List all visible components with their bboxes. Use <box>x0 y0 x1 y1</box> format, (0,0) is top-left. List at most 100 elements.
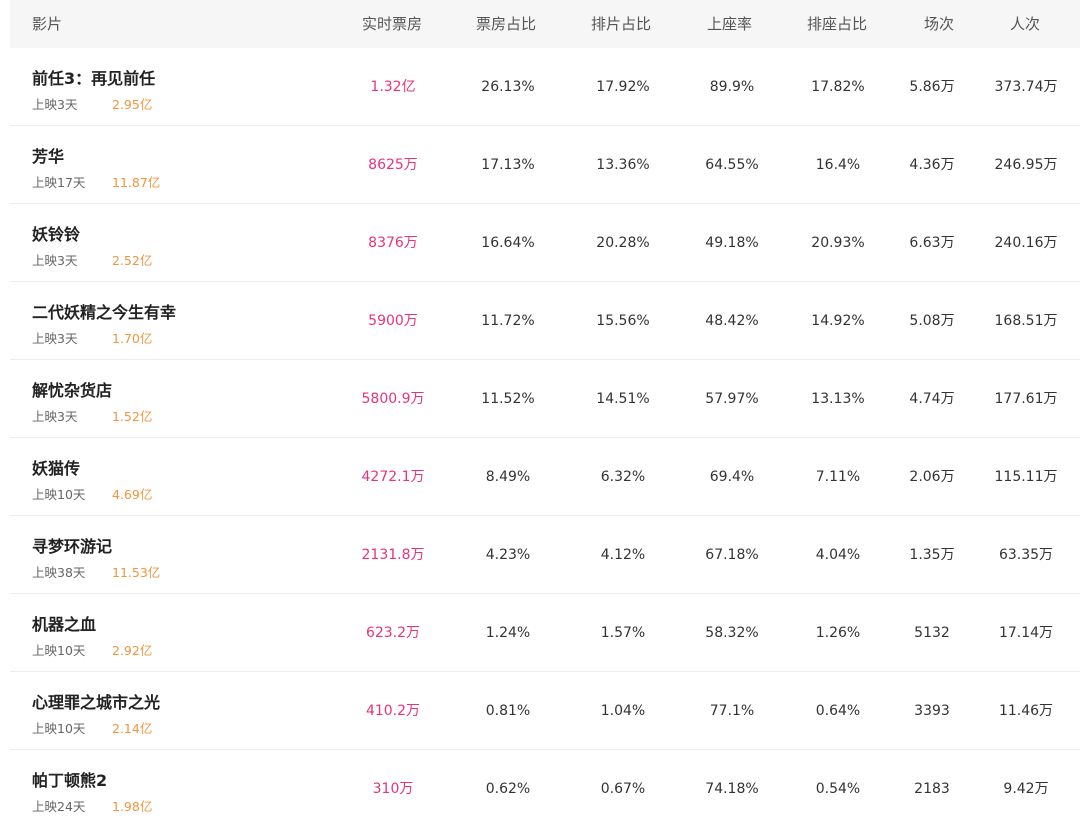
table-row[interactable]: 妖猫传 上映10天 4.69亿 4272.1万 8.49% 6.32% 69.4… <box>10 438 1080 516</box>
release-days: 上映3天 <box>32 409 78 424</box>
release-days: 上映3天 <box>32 253 78 268</box>
table-row[interactable]: 二代妖精之今生有幸 上映3天 1.70亿 5900万 11.72% 15.56%… <box>10 282 1080 360</box>
movie-name[interactable]: 机器之血 <box>32 611 96 635</box>
realtime-box-office: 410.2万 <box>365 703 421 719</box>
movie-name[interactable]: 二代妖精之今生有幸 <box>32 299 176 323</box>
header-box-office-share[interactable]: 票房占比 <box>476 0 536 48</box>
seat-share: 1.26% <box>815 625 861 641</box>
box-office-share: 17.13% <box>481 157 535 173</box>
box-office-share: 8.49% <box>485 469 531 485</box>
occupancy-rate: 64.55% <box>705 157 759 173</box>
shows: 4.36万 <box>909 157 955 173</box>
cumulative-box-office: 11.87亿 <box>112 175 161 190</box>
release-days: 上映17天 <box>32 175 86 190</box>
movie-name[interactable]: 芳华 <box>32 143 64 167</box>
cumulative-box-office: 4.69亿 <box>112 487 153 502</box>
movie-name[interactable]: 心理罪之城市之光 <box>32 689 160 713</box>
occupancy-rate: 67.18% <box>705 547 759 563</box>
screening-share: 14.51% <box>596 391 650 407</box>
movie-name[interactable]: 解忧杂货店 <box>32 377 112 401</box>
movie-name[interactable]: 妖猫传 <box>32 455 80 479</box>
cumulative-box-office: 2.52亿 <box>112 253 153 268</box>
admissions: 168.51万 <box>994 313 1058 329</box>
admissions: 240.16万 <box>994 235 1058 251</box>
movie-name[interactable]: 妖铃铃 <box>32 221 80 245</box>
realtime-box-office: 310万 <box>372 781 414 797</box>
table-row[interactable]: 寻梦环游记 上映38天 11.53亿 2131.8万 4.23% 4.12% 6… <box>10 516 1080 594</box>
header-seat-share[interactable]: 排座占比 <box>807 0 867 48</box>
box-office-share: 11.72% <box>481 313 535 329</box>
admissions: 373.74万 <box>994 79 1058 95</box>
screening-share: 15.56% <box>596 313 650 329</box>
screening-share: 0.67% <box>600 781 646 797</box>
seat-share: 4.04% <box>815 547 861 563</box>
box-office-share: 16.64% <box>481 235 535 251</box>
header-occupancy-rate[interactable]: 上座率 <box>707 0 752 48</box>
admissions: 177.61万 <box>994 391 1058 407</box>
box-office-board: 影片 实时票房 票房占比 排片占比 上座率 排座占比 场次 人次 前任3：再见前… <box>0 0 1080 826</box>
release-days: 上映3天 <box>32 97 78 112</box>
table-row[interactable]: 帕丁顿熊2 上映24天 1.98亿 310万 0.62% 0.67% 74.18… <box>10 750 1080 828</box>
seat-share: 0.54% <box>815 781 861 797</box>
release-days: 上映38天 <box>32 565 86 580</box>
movie-name[interactable]: 寻梦环游记 <box>32 533 112 557</box>
movie-name[interactable]: 帕丁顿熊2 <box>32 767 107 791</box>
occupancy-rate: 57.97% <box>705 391 759 407</box>
shows: 5.86万 <box>909 79 955 95</box>
admissions: 17.14万 <box>998 625 1054 641</box>
screening-share: 1.04% <box>600 703 646 719</box>
seat-share: 16.4% <box>815 157 861 173</box>
realtime-box-office: 623.2万 <box>365 625 421 641</box>
realtime-box-office: 5900万 <box>368 313 418 329</box>
table-row[interactable]: 心理罪之城市之光 上映10天 2.14亿 410.2万 0.81% 1.04% … <box>10 672 1080 750</box>
cumulative-box-office: 1.98亿 <box>112 799 153 814</box>
screening-share: 4.12% <box>600 547 646 563</box>
seat-share: 0.64% <box>815 703 861 719</box>
realtime-box-office: 8625万 <box>368 157 418 173</box>
admissions: 115.11万 <box>994 469 1058 485</box>
cumulative-box-office: 1.70亿 <box>112 331 153 346</box>
shows: 5.08万 <box>909 313 955 329</box>
release-days: 上映3天 <box>32 331 78 346</box>
table-row[interactable]: 机器之血 上映10天 2.92亿 623.2万 1.24% 1.57% 58.3… <box>10 594 1080 672</box>
header-screening-share[interactable]: 排片占比 <box>591 0 651 48</box>
realtime-box-office: 1.32亿 <box>370 79 416 95</box>
admissions: 246.95万 <box>994 157 1058 173</box>
header-admissions[interactable]: 人次 <box>1010 0 1040 48</box>
shows: 3393 <box>914 703 950 719</box>
cumulative-box-office: 2.14亿 <box>112 721 153 736</box>
shows: 2.06万 <box>909 469 955 485</box>
box-office-share: 26.13% <box>481 79 535 95</box>
occupancy-rate: 58.32% <box>705 625 759 641</box>
screening-share: 17.92% <box>596 79 650 95</box>
occupancy-rate: 77.1% <box>709 703 755 719</box>
box-office-share: 0.81% <box>485 703 531 719</box>
occupancy-rate: 49.18% <box>705 235 759 251</box>
cumulative-box-office: 1.52亿 <box>112 409 153 424</box>
cumulative-box-office: 2.95亿 <box>112 97 153 112</box>
header-realtime-box-office[interactable]: 实时票房 <box>362 0 422 48</box>
header-shows[interactable]: 场次 <box>924 0 954 48</box>
box-office-share: 1.24% <box>485 625 531 641</box>
realtime-box-office: 2131.8万 <box>361 547 425 563</box>
header-movie: 影片 <box>32 15 63 33</box>
seat-share: 17.82% <box>811 79 865 95</box>
seat-share: 14.92% <box>811 313 865 329</box>
release-days: 上映24天 <box>32 799 86 814</box>
table-row[interactable]: 前任3：再见前任 上映3天 2.95亿 1.32亿 26.13% 17.92% … <box>10 48 1080 126</box>
box-office-share: 0.62% <box>485 781 531 797</box>
screening-share: 20.28% <box>596 235 650 251</box>
table-header: 影片 实时票房 票房占比 排片占比 上座率 排座占比 场次 人次 <box>10 0 1080 48</box>
box-office-share: 11.52% <box>481 391 535 407</box>
realtime-box-office: 8376万 <box>368 235 418 251</box>
cumulative-box-office: 11.53亿 <box>112 565 161 580</box>
movie-name[interactable]: 前任3：再见前任 <box>32 65 155 89</box>
table-row[interactable]: 妖铃铃 上映3天 2.52亿 8376万 16.64% 20.28% 49.18… <box>10 204 1080 282</box>
seat-share: 13.13% <box>811 391 865 407</box>
table-row[interactable]: 解忧杂货店 上映3天 1.52亿 5800.9万 11.52% 14.51% 5… <box>10 360 1080 438</box>
box-office-share: 4.23% <box>485 547 531 563</box>
table-row[interactable]: 芳华 上映17天 11.87亿 8625万 17.13% 13.36% 64.5… <box>10 126 1080 204</box>
occupancy-rate: 69.4% <box>709 469 755 485</box>
admissions: 11.46万 <box>998 703 1054 719</box>
shows: 6.63万 <box>909 235 955 251</box>
